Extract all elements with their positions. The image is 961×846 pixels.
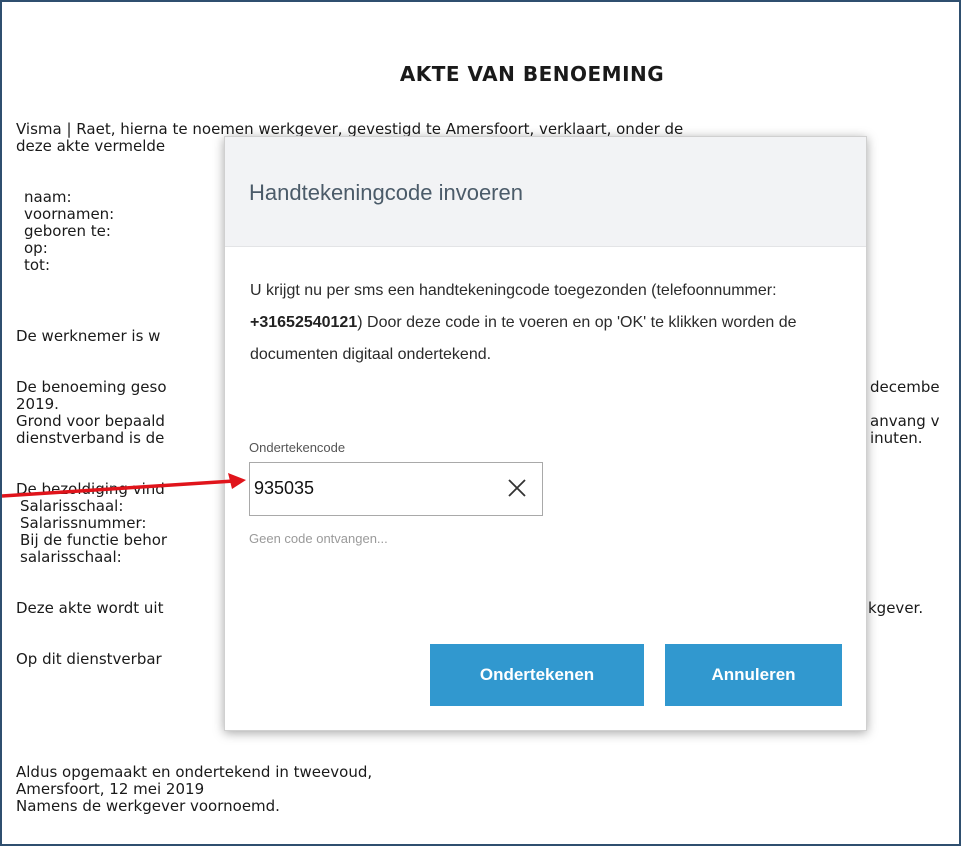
doc-line: op: — [24, 239, 48, 257]
doc-line: geboren te: — [24, 222, 111, 240]
dialog-title: Handtekeningcode invoeren — [249, 180, 523, 205]
signature-code-field — [249, 462, 543, 516]
doc-line: Grond voor bepaald — [16, 412, 165, 430]
signature-code-input[interactable] — [252, 465, 502, 511]
doc-line: voornamen: — [24, 205, 115, 223]
doc-line: deze akte vermelde — [16, 137, 166, 155]
doc-line: dienstverband is de — [16, 429, 165, 447]
doc-line: kgever. — [868, 599, 924, 617]
doc-line: 2019. — [16, 395, 59, 413]
doc-line: salarisschaal: — [20, 548, 122, 566]
doc-line: Op dit dienstverbar — [16, 650, 162, 668]
doc-line: Namens de werkgever voornoemd. — [16, 797, 280, 815]
doc-line: Bij de functie behor — [20, 531, 168, 549]
red-arrow-annotation — [2, 473, 246, 498]
phone-number: +31652540121 — [250, 314, 358, 331]
doc-line: De benoeming geso — [16, 378, 167, 396]
dialog-message-text: U krijgt nu per sms een handtekeningcode… — [250, 282, 777, 299]
close-icon[interactable] — [504, 475, 530, 501]
document-title: AKTE VAN BENOEMING — [399, 62, 665, 86]
doc-line: Aldus opgemaakt en ondertekend in tweevo… — [16, 763, 373, 781]
doc-line: tot: — [24, 256, 50, 274]
dialog-message: U krijgt nu per sms een handtekeningcode… — [250, 275, 840, 371]
no-code-received-link[interactable]: Geen code ontvangen... — [249, 531, 388, 546]
doc-line: Deze akte wordt uit — [16, 599, 164, 617]
doc-line: inuten. — [870, 429, 923, 447]
signature-code-dialog: Handtekeningcode invoeren U krijgt nu pe… — [224, 136, 867, 731]
dialog-header: Handtekeningcode invoeren — [225, 137, 866, 247]
signature-code-label: Ondertekencode — [249, 440, 346, 455]
document-frame: AKTE VAN BENOEMING Visma | Raet, hierna … — [0, 0, 961, 846]
doc-line: naam: — [24, 188, 72, 206]
sign-button[interactable]: Ondertekenen — [430, 644, 644, 706]
doc-line: decembe — [870, 378, 940, 396]
doc-line: anvang v — [870, 412, 940, 430]
doc-line: Salarissnummer: — [20, 514, 147, 532]
doc-line: De werknemer is w — [16, 327, 161, 345]
cancel-button[interactable]: Annuleren — [665, 644, 842, 706]
doc-line: Amersfoort, 12 mei 2019 — [16, 780, 205, 798]
